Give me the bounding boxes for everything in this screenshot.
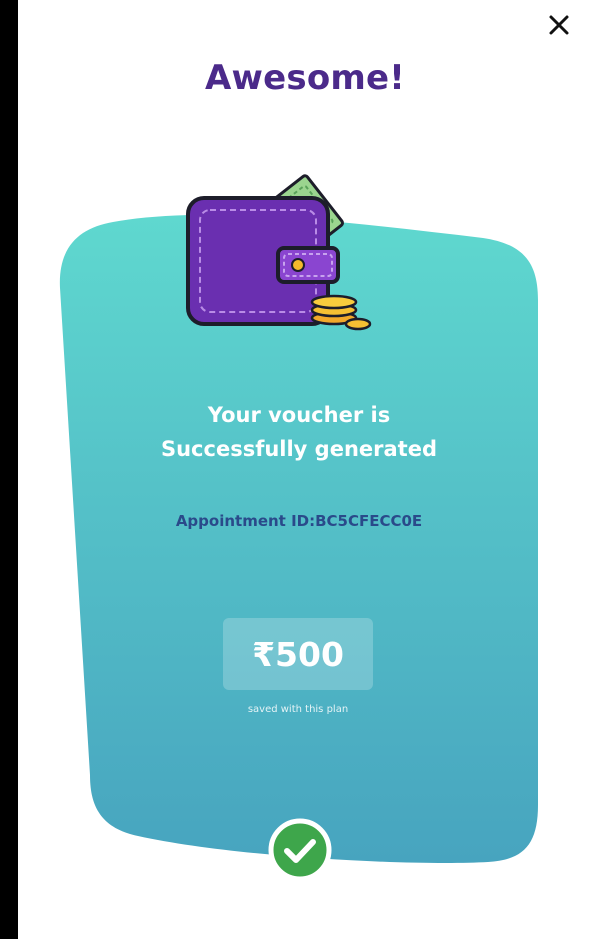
voucher-success-dialog: Awesome! Your voucher is Successfully ge… [18,0,592,939]
voucher-card [59,214,538,863]
close-button[interactable] [542,8,576,42]
dialog-title: Awesome! [205,58,405,98]
savings-caption: saved with this plan [247,704,349,715]
success-message: Your voucher is Successfully generated [78,398,520,466]
close-icon [549,15,569,35]
appointment-id: Appointment ID:BC5CFECC0E [175,512,423,530]
check-circle-icon [268,818,332,882]
success-message-line-1: Your voucher is [207,403,391,427]
wallet-icon [186,174,372,331]
success-message-line-2: Successfully generated [160,437,437,461]
savings-amount: ₹500 [223,618,373,690]
